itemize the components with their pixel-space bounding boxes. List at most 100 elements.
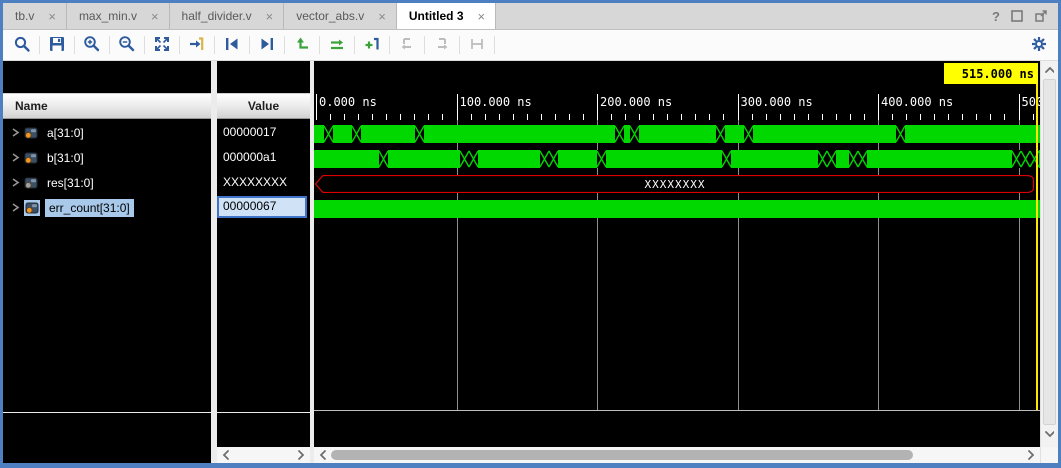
next-transition-icon [258,35,276,56]
next-cursor-icon [433,35,451,56]
zoom-in-button[interactable] [79,33,105,57]
search-button[interactable] [9,33,35,57]
next-marker-button[interactable] [324,33,350,57]
tab-label: Untitled 3 [409,9,464,23]
float-icon[interactable] [1034,9,1048,23]
waveform-rows[interactable]: XXXXXXXX [314,120,1040,245]
major-tick [457,94,458,120]
value-column-header[interactable]: Value [217,93,310,119]
previous-marker-icon [293,35,311,56]
time-tick-label: 300.000 ns [741,95,813,109]
bus-transition [630,125,639,143]
wave-row-err_count[31:0][interactable] [314,195,1040,220]
scroll-left-icon[interactable] [316,447,330,463]
name-header-label: Name [15,99,48,113]
zoom-fit-button[interactable] [149,33,175,57]
go-to-time-button[interactable] [184,33,210,57]
wave-vscroll-thumb[interactable] [1043,79,1056,425]
bus-transition [597,150,606,168]
bus-signal-icon [24,200,40,216]
expand-icon[interactable] [11,202,20,213]
settings-button[interactable] [1026,33,1052,57]
previous-cursor-button [394,33,420,57]
wave-row-a[31:0][interactable] [314,120,1040,145]
tab-untitled-3[interactable]: Untitled 3 × [397,3,496,29]
tab-tb-v[interactable]: tb.v× [3,3,67,29]
previous-transition-button[interactable] [219,33,245,57]
waveform-panel[interactable]: 515.000 ns 0.000 ns100.000 ns200.000 ns3… [314,61,1040,463]
bus-transition [896,125,905,143]
expand-icon[interactable] [11,127,20,138]
toolbar-separator [354,36,355,54]
tab-close-icon[interactable]: × [478,10,486,23]
bus-transition [615,125,624,143]
wave-main-area: Name a[31:0] b[31:0] res[31:0] err_count[31… [3,61,1058,463]
name-column-header[interactable]: Name [3,93,211,119]
tab-close-icon[interactable]: × [378,10,386,23]
signal-row-err_count[31:0][interactable]: err_count[31:0] [3,195,211,220]
fit-cursors-icon [468,35,486,56]
wave-vertical-scrollbar[interactable] [1040,61,1058,463]
zoom-out-button[interactable] [114,33,140,57]
signal-value-panel: Value 00000017000000a1XXXXXXXX00000067 [217,61,310,463]
tab-close-icon[interactable]: × [48,10,56,23]
scroll-down-icon[interactable] [1042,427,1056,443]
tab-close-icon[interactable]: × [266,10,274,23]
time-ruler[interactable]: 0.000 ns100.000 ns200.000 ns300.000 ns40… [314,92,1040,120]
wave-scroll-thumb[interactable] [331,450,913,460]
gear-icon [1030,35,1048,56]
signal-name-label: res[31:0] [43,174,98,192]
bus-wave [314,200,1040,218]
scroll-left-icon[interactable] [219,447,233,463]
tab-label: half_divider.v [182,9,252,23]
wave-row-res[31:0][interactable]: XXXXXXXX [314,170,1040,195]
vivado-wave-window: tb.v×max_min.v×half_divider.v×vector_abs… [0,0,1061,468]
time-tick-label: 400.000 ns [881,95,953,109]
scroll-up-icon[interactable] [1042,63,1056,79]
major-tick [1019,94,1020,120]
tab-half-divider-v[interactable]: half_divider.v × [170,3,285,29]
wave-row-b[31:0][interactable] [314,145,1040,170]
previous-marker-button[interactable] [289,33,315,57]
signal-value-cell[interactable]: 000000a1 [217,145,310,170]
signal-value-cell[interactable]: XXXXXXXX [217,170,310,195]
expand-icon[interactable] [11,177,20,188]
signal-value-cell[interactable]: 00000017 [217,120,310,145]
toolbar-separator [144,36,145,54]
wave-horizontal-scrollbar[interactable] [314,447,1040,463]
value-horizontal-scrollbar[interactable] [217,447,310,463]
maximize-icon[interactable] [1010,9,1024,23]
value-edit-box[interactable]: 00000067 [217,196,307,218]
bus-transition [744,125,753,143]
svg-text:XXXXXXXX: XXXXXXXX [645,178,706,191]
major-tick [878,94,879,120]
signal-name-label: b[31:0] [43,149,88,167]
signal-row-res[31:0][interactable]: res[31:0] [3,170,211,195]
signal-value-cell[interactable]: 00000067 [217,195,310,220]
zoom-fit-icon [153,35,171,56]
tab-max-min-v[interactable]: max_min.v × [67,3,170,29]
unknown-value-wave: XXXXXXXX [314,175,1040,193]
search-icon [13,35,31,56]
scroll-right-icon[interactable] [1024,447,1038,463]
bus-transition [415,125,424,143]
time-cursor-line[interactable] [1036,84,1038,410]
next-transition-button[interactable] [254,33,280,57]
toolbar-separator [459,36,460,54]
bus-wave [314,150,1040,168]
save-button[interactable] [44,33,70,57]
signal-row-a[31:0][interactable]: a[31:0] [3,120,211,145]
help-icon[interactable]: ? [992,9,1000,24]
tab-close-icon[interactable]: × [151,10,159,23]
scroll-right-icon[interactable] [294,447,308,463]
scrollbar-corner [1041,447,1058,463]
add-marker-button[interactable] [359,33,385,57]
bus-signal-icon [24,177,38,189]
fit-cursors-button [464,33,490,57]
signal-row-b[31:0][interactable]: b[31:0] [3,145,211,170]
bus-transition [540,150,558,168]
tab-vector-abs-v[interactable]: vector_abs.v× [284,3,397,29]
tab-label: max_min.v [79,9,137,23]
toolbar-separator [249,36,250,54]
expand-icon[interactable] [11,152,20,163]
